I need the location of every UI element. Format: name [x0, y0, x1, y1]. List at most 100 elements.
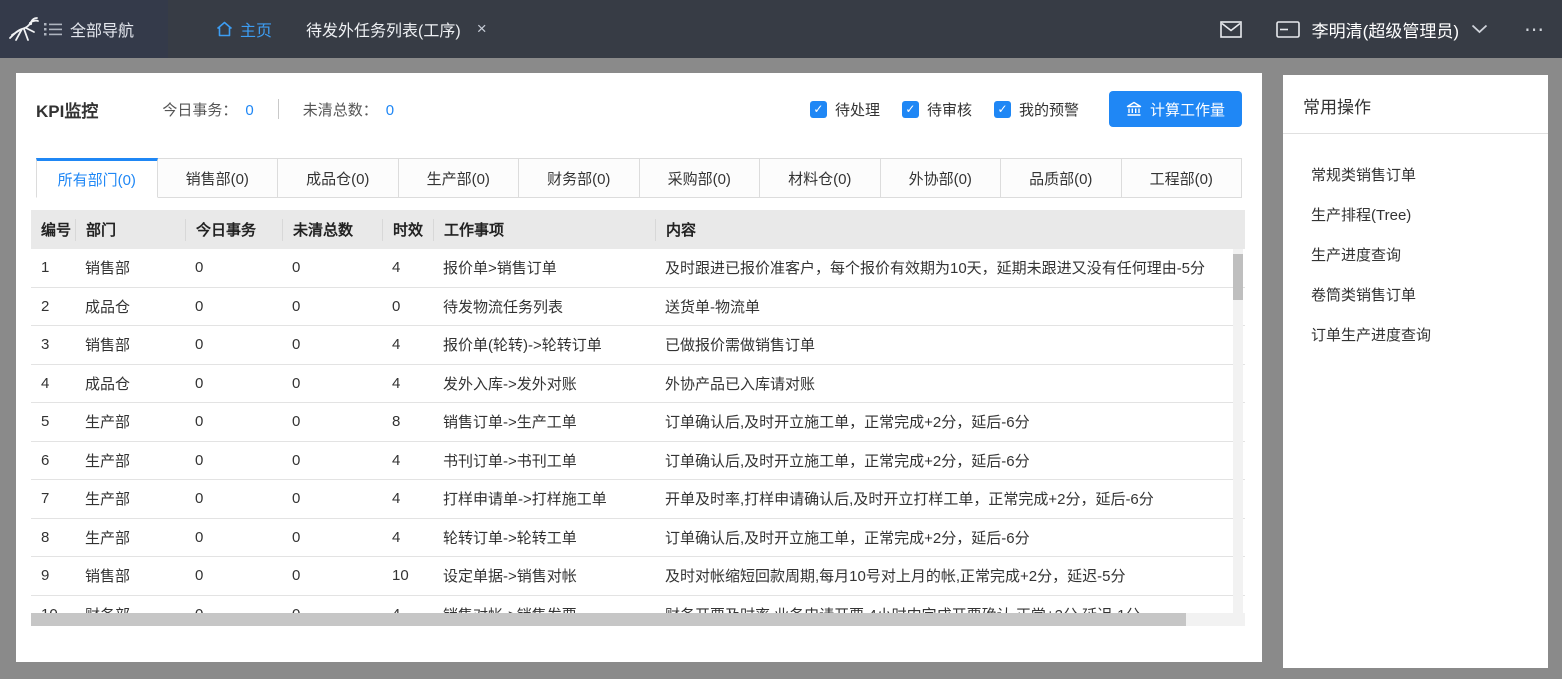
dept-tab-materials[interactable]: 材料仓(0) — [760, 158, 881, 198]
cell-timeliness: 4 — [382, 375, 433, 392]
topbar-left-section: 全部导航 — [0, 0, 168, 58]
chevron-down-icon[interactable] — [1471, 24, 1488, 34]
filter-checkbox-group: 待处理 待审核 我的预警 计算工作量 — [788, 91, 1242, 127]
kpi-monitor-panel: KPI监控 今日事务：0 未清总数：0 待处理 待审核 我的预警 — [16, 73, 1262, 662]
cell-today: 0 — [185, 567, 282, 584]
mail-icon[interactable] — [1220, 21, 1242, 38]
table-body: 1 销售部 0 0 4 报价单>销售订单 及时跟进已报价准客户，每个报价有效期为… — [31, 249, 1245, 613]
cell-work-item: 设定单据->销售对帐 — [433, 565, 655, 586]
table-row[interactable]: 5 生产部 0 0 8 销售订单->生产工单 订单确认后,及时开立施工单，正常完… — [31, 403, 1245, 442]
col-timeliness: 时效 — [382, 219, 433, 241]
stat-divider — [278, 99, 279, 119]
col-unclear: 未清总数 — [282, 219, 382, 241]
cell-work-item: 销售订单->生产工单 — [433, 411, 655, 432]
cell-department: 生产部 — [75, 488, 185, 509]
quick-action-production-schedule-tree[interactable]: 生产排程(Tree) — [1311, 194, 1548, 234]
vertical-scrollbar-thumb[interactable] — [1233, 254, 1243, 300]
horizontal-scrollbar-thumb[interactable] — [31, 613, 1186, 626]
dept-tab-purchasing[interactable]: 采购部(0) — [640, 158, 761, 198]
vertical-scrollbar[interactable] — [1233, 249, 1243, 613]
table-row[interactable]: 4 成品仓 0 0 4 发外入库->发外对账 外协产品已入库请对账 — [31, 365, 1245, 404]
list-menu-icon — [44, 22, 62, 36]
cell-work-item: 报价单>销售订单 — [433, 257, 655, 278]
calculate-workload-button[interactable]: 计算工作量 — [1109, 91, 1242, 127]
cell-department: 销售部 — [75, 334, 185, 355]
all-navigation-button[interactable]: 全部导航 — [44, 17, 134, 41]
cell-unclear: 0 — [282, 375, 382, 392]
checkbox-checked-icon[interactable] — [994, 101, 1011, 118]
horizontal-scrollbar[interactable] — [31, 613, 1245, 626]
dept-tab-engineering[interactable]: 工程部(0) — [1122, 158, 1243, 198]
cell-department: 财务部 — [75, 604, 185, 613]
table-row[interactable]: 10 财务部 0 0 4 销售对帐->销售发票 财务开票及时率,业务申请开票,4… — [31, 596, 1245, 614]
table-row[interactable]: 9 销售部 0 0 10 设定单据->销售对帐 及时对帐缩短回款周期,每月10号… — [31, 557, 1245, 596]
col-content: 内容 — [655, 219, 1245, 241]
cell-unclear: 0 — [282, 529, 382, 546]
quick-actions-panel: 常用操作 常规类销售订单 生产排程(Tree) 生产进度查询 卷筒类销售订单 订… — [1283, 75, 1548, 668]
col-department: 部门 — [75, 219, 185, 241]
col-number: 编号 — [31, 219, 75, 241]
dept-tab-sales[interactable]: 销售部(0) — [158, 158, 279, 198]
quick-action-regular-sales-order[interactable]: 常规类销售订单 — [1311, 154, 1548, 194]
calculate-workload-label: 计算工作量 — [1150, 99, 1225, 120]
quick-action-production-progress-query[interactable]: 生产进度查询 — [1311, 234, 1548, 274]
cell-content: 订单确认后,及时开立施工单，正常完成+2分，延后-6分 — [655, 527, 1245, 548]
table-header: 编号 部门 今日事务 未清总数 时效 工作事项 内容 — [31, 210, 1245, 249]
tab-pending-outsource-list[interactable]: 待发外任务列表(工序) × — [306, 17, 487, 41]
close-tab-icon[interactable]: × — [477, 19, 487, 39]
filter-pending[interactable]: 待处理 — [810, 99, 880, 120]
cell-content: 送货单-物流单 — [655, 296, 1245, 317]
quick-action-roll-sales-order[interactable]: 卷筒类销售订单 — [1311, 274, 1548, 314]
kpi-header-row: KPI监控 今日事务：0 未清总数：0 待处理 待审核 我的预警 — [36, 87, 1242, 131]
checkbox-checked-icon[interactable] — [810, 101, 827, 118]
dept-tab-outsourcing[interactable]: 外协部(0) — [881, 158, 1002, 198]
more-options-icon[interactable]: ⋯ — [1524, 17, 1546, 42]
cell-today: 0 — [185, 490, 282, 507]
dept-tab-quality[interactable]: 品质部(0) — [1001, 158, 1122, 198]
cell-today: 0 — [185, 413, 282, 430]
unclear-total-stat: 未清总数：0 — [303, 99, 394, 120]
checkbox-checked-icon[interactable] — [902, 101, 919, 118]
table-row[interactable]: 3 销售部 0 0 4 报价单(轮转)->轮转订单 已做报价需做销售订单 — [31, 326, 1245, 365]
filter-my-alerts-label: 我的预警 — [1019, 99, 1079, 120]
table-row[interactable]: 2 成品仓 0 0 0 待发物流任务列表 送货单-物流单 — [31, 288, 1245, 327]
tab-home[interactable]: 主页 — [216, 17, 272, 41]
today-transactions-value[interactable]: 0 — [245, 102, 253, 119]
cell-work-item: 销售对帐->销售发票 — [433, 604, 655, 613]
cell-today: 0 — [185, 606, 282, 613]
table-row[interactable]: 8 生产部 0 0 4 轮转订单->轮转工单 订单确认后,及时开立施工单，正常完… — [31, 519, 1245, 558]
cell-number: 3 — [31, 336, 75, 353]
cell-timeliness: 8 — [382, 413, 433, 430]
unclear-total-value[interactable]: 0 — [386, 102, 394, 119]
cell-unclear: 0 — [282, 336, 382, 353]
cell-timeliness: 4 — [382, 452, 433, 469]
table-row[interactable]: 7 生产部 0 0 4 打样申请单->打样施工单 开单及时率,打样申请确认后,及… — [31, 480, 1245, 519]
dept-tab-all[interactable]: 所有部门(0) — [36, 158, 158, 198]
table-row[interactable]: 1 销售部 0 0 4 报价单>销售订单 及时跟进已报价准客户，每个报价有效期为… — [31, 249, 1245, 288]
cell-content: 订单确认后,及时开立施工单，正常完成+2分，延后-6分 — [655, 411, 1245, 432]
cell-content: 已做报价需做销售订单 — [655, 334, 1245, 355]
cell-work-item: 发外入库->发外对账 — [433, 373, 655, 394]
cell-number: 9 — [31, 567, 75, 584]
cell-today: 0 — [185, 452, 282, 469]
cell-work-item: 书刊订单->书刊工单 — [433, 450, 655, 471]
antelope-logo-icon[interactable] — [0, 0, 44, 58]
user-name[interactable]: 李明清(超级管理员) — [1312, 17, 1459, 42]
quick-actions-title: 常用操作 — [1283, 75, 1548, 134]
kpi-panel-title: KPI监控 — [36, 97, 98, 122]
cell-department: 生产部 — [75, 527, 185, 548]
cell-department: 生产部 — [75, 411, 185, 432]
tab-page-label: 待发外任务列表(工序) — [306, 17, 461, 41]
filter-my-alerts[interactable]: 我的预警 — [994, 99, 1079, 120]
department-tabs: 所有部门(0) 销售部(0) 成品仓(0) 生产部(0) 财务部(0) 采购部(… — [36, 158, 1242, 198]
quick-action-order-production-progress-query[interactable]: 订单生产进度查询 — [1311, 314, 1548, 354]
dept-tab-finance[interactable]: 财务部(0) — [519, 158, 640, 198]
cell-content: 财务开票及时率,业务申请开票,4小时内完成开票确认,正常+2分,延迟-1分 — [655, 604, 1245, 613]
workbench-card-icon[interactable] — [1276, 21, 1300, 38]
cell-department: 成品仓 — [75, 373, 185, 394]
cell-work-item: 打样申请单->打样施工单 — [433, 488, 655, 509]
dept-tab-finished-goods[interactable]: 成品仓(0) — [278, 158, 399, 198]
dept-tab-production[interactable]: 生产部(0) — [399, 158, 520, 198]
table-row[interactable]: 6 生产部 0 0 4 书刊订单->书刊工单 订单确认后,及时开立施工单，正常完… — [31, 442, 1245, 481]
filter-to-review[interactable]: 待审核 — [902, 99, 972, 120]
